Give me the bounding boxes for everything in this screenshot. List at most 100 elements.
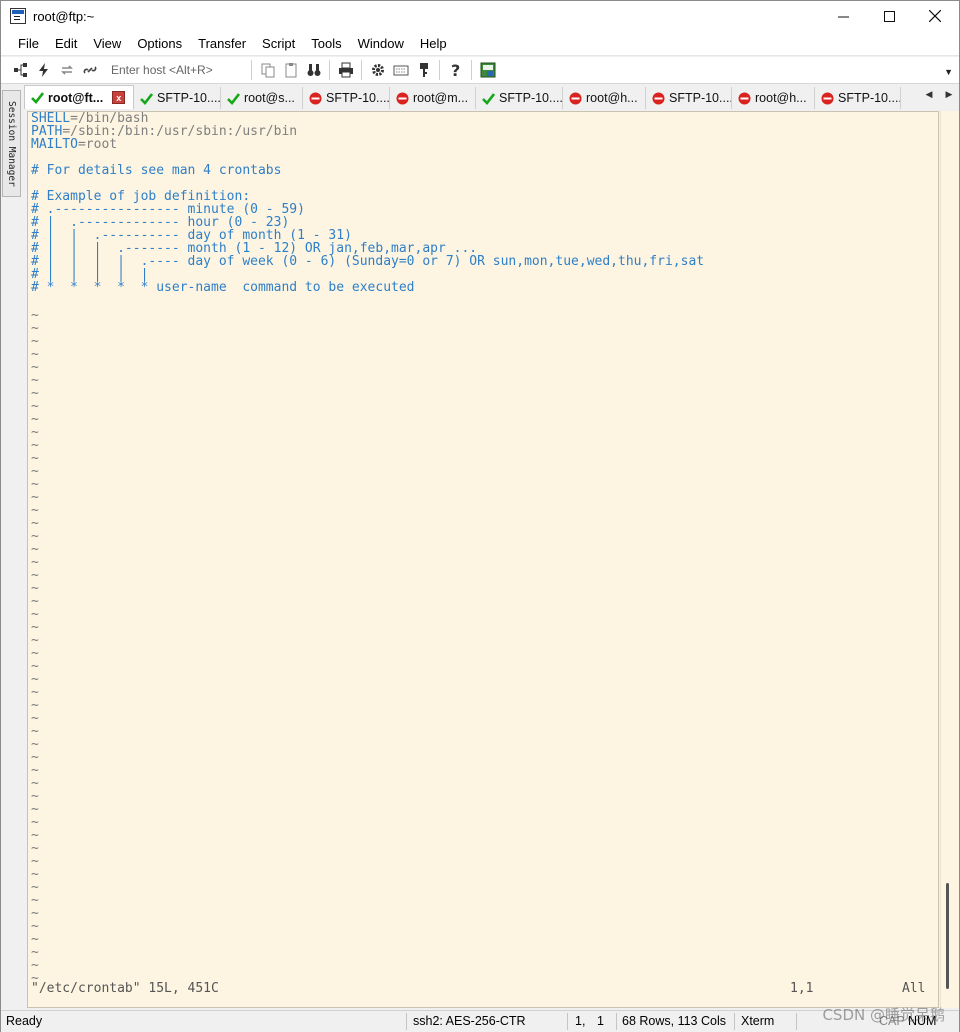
connected-icon [227,92,240,105]
session-tab[interactable]: root@h... [732,87,815,109]
menu-window[interactable]: Window [350,31,412,56]
toolbar-divider [361,60,362,80]
print-icon [338,62,353,78]
tab-scroll-controls: ◀ ▶ [919,89,959,100]
help-button[interactable]: ? [444,59,467,81]
connected-icon [140,92,153,105]
window-title: root@ftp:~ [33,8,95,24]
reconnect-icon [60,65,73,75]
menu-edit[interactable]: Edit [47,31,85,56]
securecrt-window: root@ftp:~ File Edit View Options Transf… [0,0,960,1032]
keymap-icon [393,65,408,76]
keymap-button[interactable] [389,59,412,81]
toolbar-divider [329,60,330,80]
terminal-text: =root [77,137,118,152]
session-options-icon [371,64,384,76]
tab-label: SFTP-10.... [326,91,390,105]
disconnected-icon [738,92,751,105]
session-manager-tab[interactable]: Session Manager [2,90,21,197]
tab-label: SFTP-10.... [499,91,563,105]
tab-label: root@ft... [48,90,104,105]
status-divider [734,1013,735,1030]
session-tab[interactable]: root@m... [390,87,476,109]
terminal-view[interactable]: "/etc/crontab" 15L, 451C 1,1 All SHELL=/… [27,111,939,1008]
menu-help[interactable]: Help [412,31,455,56]
session-tab[interactable]: SFTP-10.... [134,87,221,109]
disconnected-icon [309,92,322,105]
disconnect-button[interactable] [78,59,101,81]
toolbar-divider [251,60,252,80]
close-icon [929,10,941,22]
session-tab-strip: root@ft... x SFTP-10.... root@s... SFTP-… [24,85,959,109]
sftp-icon [480,62,495,78]
help-icon: ? [451,62,460,78]
maximize-button[interactable] [866,1,912,31]
minimize-icon [837,16,849,17]
menu-tools[interactable]: Tools [303,31,349,56]
vim-status-position: 1,1 [790,981,814,996]
svg-text:?: ? [451,62,460,78]
paste-icon [285,63,296,78]
scrollbar-thumb[interactable] [946,883,949,989]
menu-file[interactable]: File [10,31,47,56]
copy-button[interactable] [256,59,279,81]
status-divider [406,1013,407,1030]
tab-scroll-left-icon[interactable]: ◀ [926,89,933,100]
terminal-line: # * * * * * user-name command to be exec… [31,281,415,294]
tab-label: SFTP-10.... [157,91,221,105]
disconnect-icon [83,66,96,74]
quick-connect-icon [38,63,48,77]
status-cipher: ssh2: AES-256-CTR [413,1014,526,1028]
session-tab[interactable]: SFTP-10.... [476,87,563,109]
vim-empty-line-tilde: ~ [31,971,39,986]
tab-scroll-right-icon[interactable]: ▶ [946,89,953,100]
disconnected-icon [821,92,834,105]
minimize-button[interactable] [820,1,866,31]
status-row: 1, [575,1014,586,1028]
close-button[interactable] [912,1,958,31]
sftp-button[interactable] [476,59,499,81]
status-size: 68 Rows, 113 Cols [622,1014,726,1028]
quick-connect-button[interactable] [32,59,55,81]
connect-tree-icon [13,63,27,77]
connect-button[interactable] [9,59,32,81]
terminal-text: # * * * * * user-name command to be exec… [31,280,415,295]
copy-icon [261,63,274,78]
session-manager-label: Session Manager [6,100,17,187]
vim-status-file: "/etc/crontab" 15L, 451C [31,981,219,996]
terminal-line: MAILTO=root [31,138,117,151]
find-icon [307,64,320,76]
host-input[interactable] [105,60,247,80]
disconnected-icon [396,92,409,105]
status-divider [796,1013,797,1030]
tab-close-icon[interactable]: x [112,91,126,104]
terminal-line: # For details see man 4 crontabs [31,164,281,177]
vim-status-scroll: All [902,981,926,996]
session-tab[interactable]: SFTP-10.... [303,87,390,109]
status-bar: Ready ssh2: AES-256-CTR 1, 1 68 Rows, 11… [1,1010,959,1032]
find-button[interactable] [302,59,325,81]
session-tab[interactable]: root@ft... x [24,85,134,109]
toolbar-dropdown-icon[interactable]: ▼ [944,67,953,77]
toolbar-divider [439,60,440,80]
reconnect-button[interactable] [55,59,78,81]
menu-options[interactable]: Options [129,31,190,56]
paste-button[interactable] [279,59,302,81]
session-tab[interactable]: SFTP-10.... [646,87,732,109]
print-button[interactable] [334,59,357,81]
session-tab[interactable]: SFTP-10.... [815,87,901,109]
menu-transfer[interactable]: Transfer [190,31,254,56]
menu-script[interactable]: Script [254,31,303,56]
menu-view[interactable]: View [85,31,129,56]
tab-label: SFTP-10.... [838,91,901,105]
session-tab[interactable]: root@h... [563,87,646,109]
session-tab[interactable]: root@s... [221,87,303,109]
key-agent-button[interactable] [412,59,435,81]
status-ready: Ready [6,1014,43,1028]
session-options-button[interactable] [366,59,389,81]
maximize-icon [883,10,895,22]
tab-label: root@m... [413,91,469,105]
disconnected-icon [569,92,582,105]
title-bar: root@ftp:~ [1,1,959,31]
terminal-scrollbar[interactable] [940,111,959,1008]
